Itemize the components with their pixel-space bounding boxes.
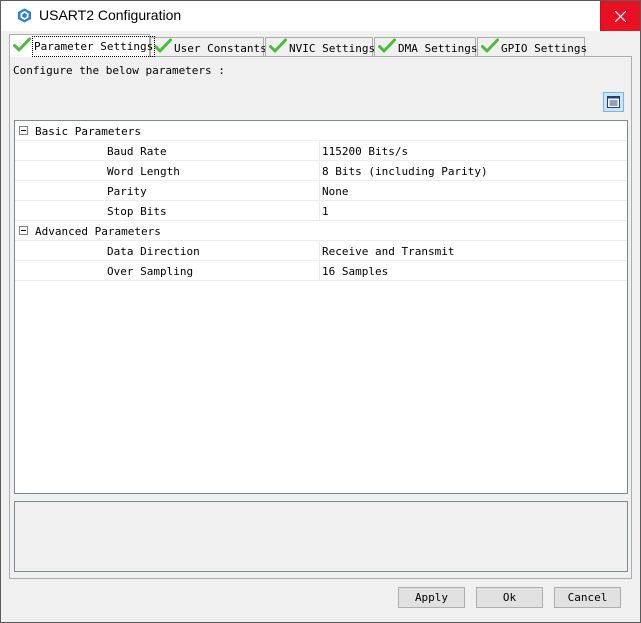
green-check-icon: [13, 37, 31, 52]
property-grid: Basic Parameters Baud Rate 115200 Bits/s…: [14, 120, 628, 494]
property-row-stop-bits[interactable]: Stop Bits 1: [15, 201, 627, 221]
property-label: Baud Rate: [107, 145, 167, 158]
collapse-icon[interactable]: [19, 226, 28, 235]
property-label: Word Length: [107, 165, 180, 178]
column-divider: [319, 181, 320, 200]
property-row-over-sampling[interactable]: Over Sampling 16 Samples: [15, 261, 627, 281]
ok-button[interactable]: Ok: [476, 587, 543, 608]
property-value[interactable]: Receive and Transmit: [322, 245, 454, 258]
group-header-advanced-parameters[interactable]: Advanced Parameters: [15, 221, 627, 241]
close-icon: [615, 11, 626, 22]
column-divider: [319, 241, 320, 260]
title-bar[interactable]: USART2 Configuration: [1, 1, 640, 31]
tab-dma-settings[interactable]: DMA Settings: [374, 37, 477, 56]
green-check-icon: [154, 38, 172, 53]
window-title: USART2 Configuration: [39, 7, 182, 23]
tab-parameter-settings[interactable]: Parameter Settings: [9, 34, 156, 57]
tab-nvic-settings[interactable]: NVIC Settings: [265, 37, 375, 56]
green-check-icon: [378, 38, 396, 53]
parameter-settings-panel: Configure the below parameters : Basic P…: [9, 56, 632, 579]
property-label: Stop Bits: [107, 205, 167, 218]
close-button[interactable]: [600, 1, 640, 31]
apply-button[interactable]: Apply: [398, 587, 465, 608]
group-header-basic-parameters[interactable]: Basic Parameters: [15, 121, 627, 141]
property-label: Over Sampling: [107, 265, 194, 278]
group-title: Advanced Parameters: [35, 225, 161, 238]
collapse-icon[interactable]: [19, 126, 28, 135]
property-label: Data Direction: [107, 245, 200, 258]
green-check-icon: [269, 38, 287, 53]
group-title: Basic Parameters: [35, 125, 141, 138]
dialog-window: USART2 Configuration Parameter Settings …: [0, 0, 641, 623]
cancel-button[interactable]: Cancel: [554, 587, 621, 608]
property-row-parity[interactable]: Parity None: [15, 181, 627, 201]
column-divider: [319, 201, 320, 220]
column-divider: [319, 261, 320, 280]
property-row-baud-rate[interactable]: Baud Rate 115200 Bits/s: [15, 141, 627, 161]
tab-user-constants[interactable]: User Constants: [150, 37, 267, 56]
property-value[interactable]: 1: [322, 205, 329, 218]
property-value[interactable]: 8 Bits (including Parity): [322, 165, 488, 178]
property-label: Parity: [107, 185, 147, 198]
tab-gpio-settings[interactable]: GPIO Settings: [477, 37, 587, 56]
property-value[interactable]: 16 Samples: [322, 265, 388, 278]
property-row-data-direction[interactable]: Data Direction Receive and Transmit: [15, 241, 627, 261]
column-divider: [319, 161, 320, 180]
property-row-word-length[interactable]: Word Length 8 Bits (including Parity): [15, 161, 627, 181]
green-check-icon: [481, 38, 499, 53]
intro-text: Configure the below parameters :: [13, 64, 225, 77]
column-divider: [319, 141, 320, 160]
categorized-view-button[interactable]: [603, 92, 624, 112]
categorized-list-icon: [607, 96, 620, 108]
description-box: [14, 501, 628, 572]
property-value[interactable]: None: [322, 185, 349, 198]
tab-label: Parameter Settings: [31, 36, 156, 57]
app-icon: [18, 8, 31, 23]
property-value[interactable]: 115200 Bits/s: [322, 145, 408, 158]
